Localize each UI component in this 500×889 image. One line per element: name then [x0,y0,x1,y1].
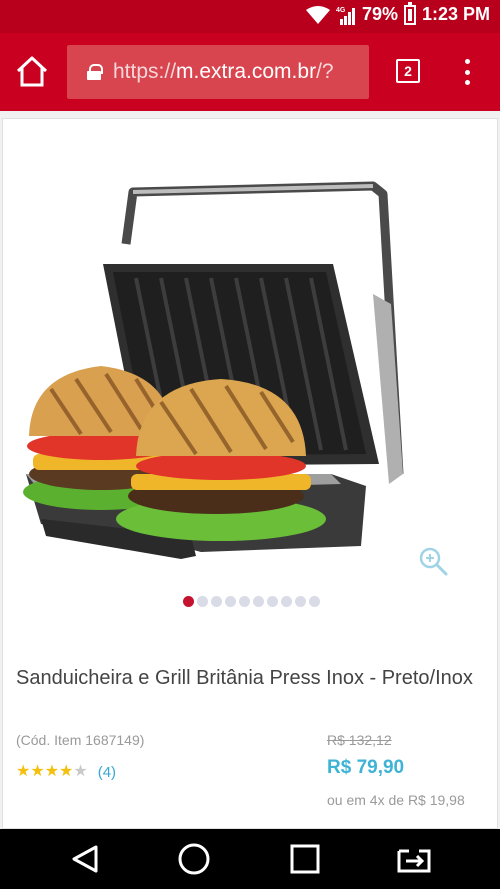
gallery-dot[interactable] [308,596,320,607]
product-image[interactable] [21,174,421,569]
gallery-dot[interactable] [210,596,222,607]
overflow-menu-icon[interactable] [459,58,475,86]
network-type-label: 4G [336,7,346,14]
gallery-dot[interactable] [196,596,208,607]
installments-text: ou em 4x de R$ 19,98 [327,792,465,808]
wifi-icon [305,5,330,24]
page-content: Sanduicheira e Grill Britânia Press Inox… [0,111,500,829]
gallery-dot[interactable] [182,596,194,607]
star-icon: ★ [59,763,74,780]
star-icon: ★ [16,763,31,780]
star-icon: ★ [73,763,88,780]
old-price: R$ 132,12 [327,732,392,748]
signal-icon: 4G [336,7,355,25]
status-bar: 4G 79% 1:23 PM [0,0,500,33]
address-bar[interactable]: https://m.extra.com.br/? [67,45,369,99]
tabs-icon[interactable]: 2 [396,59,420,83]
gallery-dot[interactable] [294,596,306,607]
battery-icon [403,1,416,25]
product-rating[interactable]: ★★★★★ (4) [16,763,116,781]
star-icon: ★ [44,763,60,780]
back-icon[interactable] [68,841,104,877]
gallery-dot[interactable] [252,596,264,607]
clock: 1:23 PM [421,4,490,24]
gallery-dot[interactable] [266,596,278,607]
browser-toolbar: https://m.extra.com.br/? 2 [0,33,500,111]
product-card: Sanduicheira e Grill Britânia Press Inox… [2,118,498,829]
current-price: R$ 79,90 [327,757,405,778]
product-title: Sanduicheira e Grill Britânia Press Inox… [16,667,473,689]
zoom-in-icon[interactable] [418,546,448,576]
battery-percent: 79% [361,4,398,24]
status-icons: 4G 79% 1:23 PM [305,1,490,25]
gallery-dot[interactable] [224,596,236,607]
gallery-dot[interactable] [280,596,292,607]
home-icon[interactable] [14,55,50,89]
gallery-pagination [3,596,499,607]
gallery-dot[interactable] [238,596,250,607]
star-icon: ★ [30,763,45,780]
lock-icon [87,64,103,80]
rating-stars: ★★★★★ [16,763,88,781]
product-sku: (Cód. Item 1687149) [16,732,145,748]
system-nav-bar [0,829,500,889]
rating-count[interactable]: (4) [98,764,116,781]
home-circle-icon[interactable] [176,841,212,877]
url-text[interactable]: https://m.extra.com.br/? [113,60,334,84]
recents-icon[interactable] [287,841,323,877]
switch-app-icon[interactable] [396,841,432,877]
